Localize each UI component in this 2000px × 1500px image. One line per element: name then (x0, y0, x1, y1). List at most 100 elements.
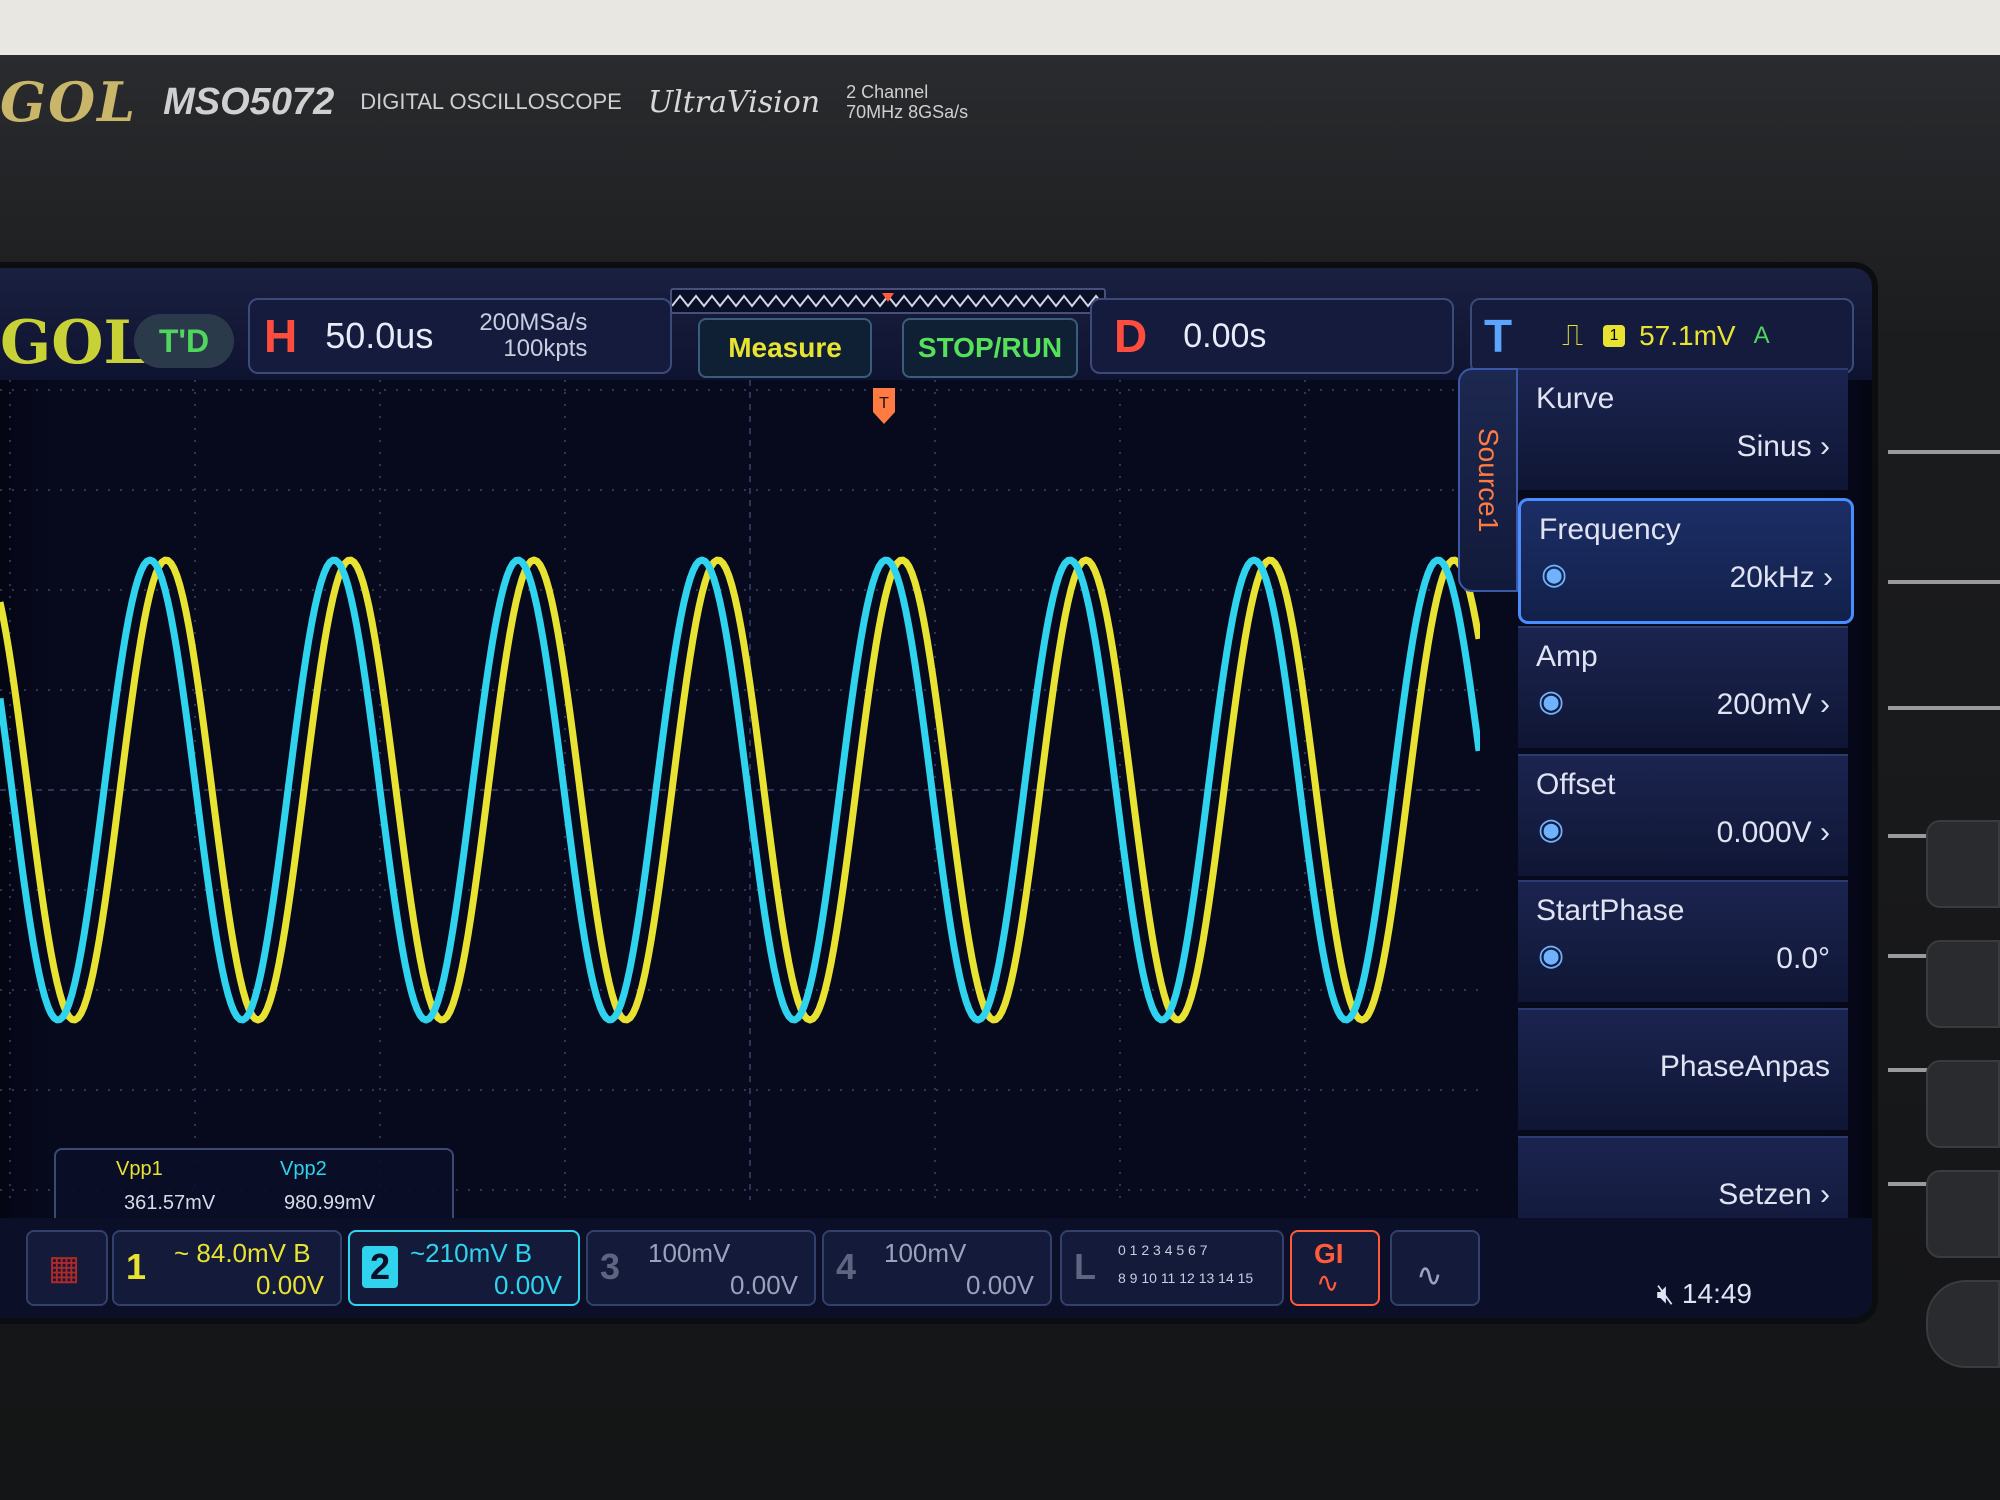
spec-line-1: 2 Channel (846, 82, 929, 102)
waveform-display[interactable] (0, 380, 1480, 1200)
background-wall (0, 0, 2000, 60)
channel-3-box[interactable]: 3 100mV 0.00V (586, 1230, 816, 1306)
back-button[interactable] (1926, 1280, 2000, 1368)
menu-item-title: StartPhase (1536, 894, 1685, 927)
menu-item-value: 200mV › (1716, 688, 1830, 721)
home-button[interactable]: ▦ (26, 1230, 108, 1306)
menu-item-value: 20kHz › (1729, 561, 1833, 594)
channel-offset: 0.00V (730, 1270, 798, 1300)
menu-item-startphase[interactable]: StartPhase ◉ 0.0° (1518, 880, 1848, 1002)
channel-scale: ~210mV B (410, 1238, 533, 1268)
device-branding: GOL MSO5072 DIGITAL OSCILLOSCOPE UltraVi… (0, 62, 1150, 142)
softkey-button[interactable] (1926, 940, 2000, 1028)
sample-rate: 200MSa/s (479, 309, 588, 336)
menu-item-value: Setzen › (1718, 1178, 1830, 1211)
generator-1-button[interactable]: GI ∿ (1290, 1230, 1380, 1306)
source1-menu: Source1 Kurve Sinus › Frequency ◉ 20kHz … (1458, 368, 1872, 1278)
measure-button[interactable]: Measure (698, 318, 872, 378)
trigger-panel[interactable]: T ⎍ 1 57.1mV A (1470, 298, 1854, 374)
channel-2-box[interactable]: 2 ~210mV B 0.00V (348, 1230, 580, 1306)
logic-label: L (1074, 1246, 1096, 1287)
softkey-divider (1888, 580, 2000, 584)
knob-icon: ◉ (1538, 685, 1565, 718)
status-bar: GOL T'D H 50.0us 200MSa/s 100kpts Measur… (0, 268, 1872, 380)
channel-4-box[interactable]: 4 100mV 0.00V (822, 1230, 1052, 1306)
menu-item-amp[interactable]: Amp ◉ 200mV › (1518, 626, 1848, 748)
trigger-mode: A (1753, 322, 1770, 349)
menu-item-title: Frequency (1539, 513, 1681, 546)
menu-item-value: Sinus › (1736, 430, 1830, 463)
horizontal-panel[interactable]: H 50.0us 200MSa/s 100kpts (248, 298, 672, 374)
knob-icon: ◉ (1538, 813, 1565, 846)
channel-number: 1 (126, 1246, 147, 1287)
menu-item-kurve[interactable]: Kurve Sinus › (1518, 368, 1848, 490)
acquisition-info: 200MSa/s 100kpts (479, 310, 587, 362)
model-name: MSO5072 (163, 80, 335, 123)
logic-bits-row2: 8 9 10 11 12 13 14 15 (1118, 1270, 1254, 1286)
run-state-badge[interactable]: T'D (134, 314, 234, 368)
trigger-position-marker-icon[interactable]: T (871, 386, 897, 426)
stop-run-button[interactable]: STOP/RUN (902, 318, 1078, 378)
menu-item-value: 0.000V › (1716, 816, 1830, 849)
menu-item-title: Amp (1536, 640, 1598, 673)
knob-icon: ◉ (1538, 939, 1565, 972)
horizontal-letter: H (264, 310, 298, 362)
spec-line-2: 70MHz 8GSa/s (846, 102, 969, 122)
menu-item-title: Kurve (1536, 382, 1615, 415)
chevron-right-icon: › (1820, 816, 1830, 849)
channel-number: 4 (836, 1246, 857, 1287)
delay-value: 0.00s (1183, 316, 1267, 355)
brand-logo: GOL (0, 70, 138, 134)
logic-bits-row1: 0 1 2 3 4 5 6 7 (1118, 1242, 1208, 1258)
memory-depth: 100kpts (503, 335, 588, 362)
channel-offset: 0.00V (256, 1270, 324, 1300)
device-subtitle: DIGITAL OSCILLOSCOPE (360, 89, 622, 114)
trigger-letter: T (1484, 310, 1513, 362)
menu-item-value: 0.0° (1776, 942, 1830, 975)
measurement-panel[interactable]: Vpp1 361.57mV Vpp2 980.99mV (54, 1148, 454, 1226)
grid-menu-icon: ▦ (48, 1249, 81, 1287)
vpp2-value: 980.99mV (284, 1192, 376, 1214)
memory-position-bar[interactable] (670, 288, 1106, 314)
menu-item-value: PhaseAnpas (1659, 1050, 1830, 1083)
channel-bar: ▦ 1 ~ 84.0mV B 0.00V 2 ~210mV B 0.00V 3 … (0, 1218, 1872, 1318)
timebase-value: 50.0us (325, 315, 434, 356)
channel-1-box[interactable]: 1 ~ 84.0mV B 0.00V (112, 1230, 342, 1306)
memory-waveform-icon (671, 293, 1105, 308)
screen-logo: GOL (0, 308, 146, 378)
speaker-mute-icon: 🔇︎ (1656, 1278, 1675, 1309)
device-spec: 2 Channel 70MHz 8GSa/s (846, 82, 968, 122)
menu-item-phaseanpas[interactable]: PhaseAnpas (1518, 1008, 1848, 1130)
menu-item-title: Offset (1536, 768, 1616, 801)
softkey-button[interactable] (1926, 1060, 2000, 1148)
softkey-button[interactable] (1926, 1170, 2000, 1258)
chevron-right-icon: › (1823, 561, 1833, 594)
channel-number: 2 (362, 1246, 399, 1288)
delay-letter: D (1114, 310, 1148, 362)
rising-edge-icon: ⎍ (1562, 319, 1584, 352)
channel-scale: 100mV (884, 1238, 967, 1268)
clock: 🔇︎ 14:49 (1657, 1278, 1753, 1311)
menu-item-frequency[interactable]: Frequency ◉ 20kHz › (1518, 498, 1854, 624)
delay-panel[interactable]: D 0.00s (1090, 298, 1454, 374)
menu-tab-source1[interactable]: Source1 (1458, 368, 1518, 592)
clock-time: 14:49 (1681, 1278, 1752, 1309)
scope-screen: GOL T'D H 50.0us 200MSa/s 100kpts Measur… (0, 268, 1872, 1318)
series-name: UltraVision (647, 84, 821, 120)
channel-offset: 0.00V (494, 1270, 562, 1300)
chevron-right-icon: › (1820, 688, 1830, 721)
channel-number: 3 (600, 1246, 621, 1287)
chevron-right-icon: › (1820, 1178, 1830, 1211)
logic-analyzer-box[interactable]: L 0 1 2 3 4 5 6 7 8 9 10 11 12 13 14 15 (1060, 1230, 1284, 1306)
softkey-divider (1888, 450, 2000, 454)
trigger-source-badge: 1 (1603, 325, 1626, 347)
menu-item-offset[interactable]: Offset ◉ 0.000V › (1518, 754, 1848, 876)
channel-scale: ~ 84.0mV B (174, 1238, 311, 1268)
sine-wave-icon: ∿ (1416, 1257, 1443, 1293)
vpp1-label: Vpp1 (116, 1158, 163, 1180)
generator-2-button[interactable]: ∿ (1390, 1230, 1480, 1306)
vpp2-label: Vpp2 (280, 1158, 327, 1180)
softkey-button[interactable] (1926, 820, 2000, 908)
channel-scale: 100mV (648, 1238, 731, 1268)
softkey-divider (1888, 706, 2000, 710)
